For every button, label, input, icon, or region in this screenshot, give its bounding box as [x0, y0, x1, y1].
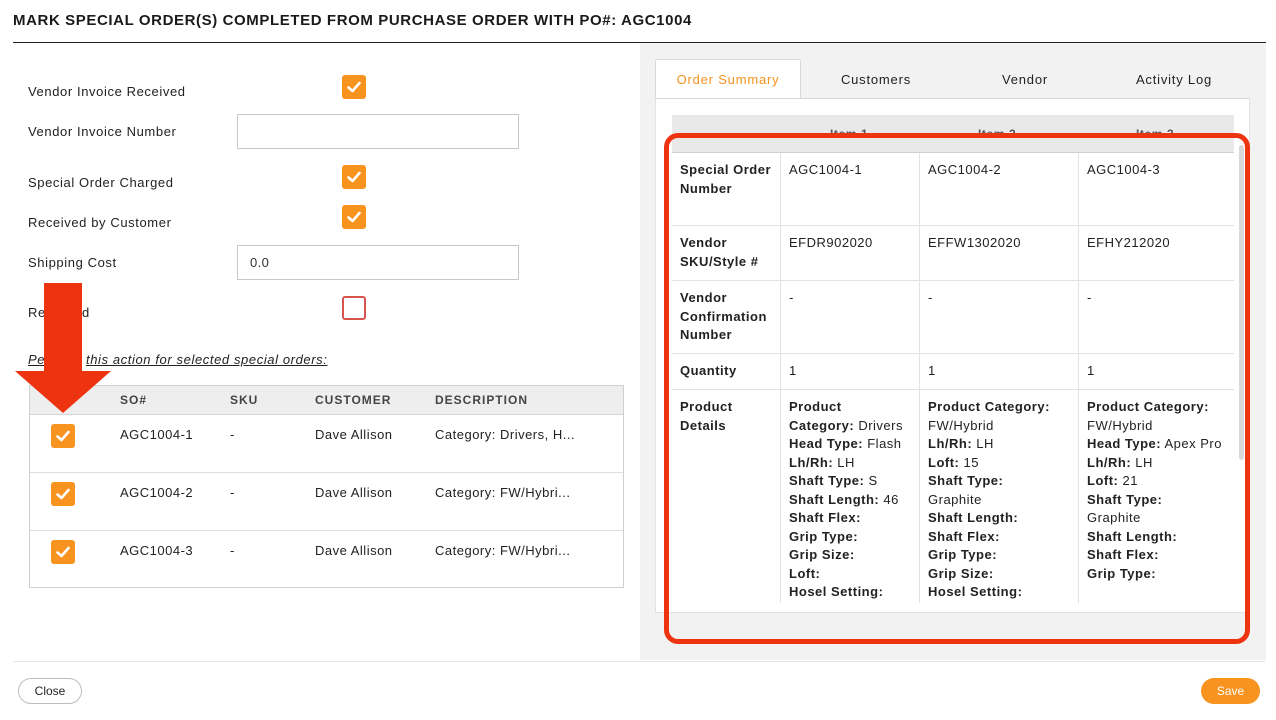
checkmark-icon — [347, 81, 361, 93]
column-header-so[interactable]: SO# — [120, 393, 147, 407]
description: Category: FW/Hybri... — [435, 543, 571, 558]
vendor-invoice-received-label: Vendor Invoice Received — [28, 84, 186, 99]
row-select-checkbox[interactable] — [51, 540, 75, 564]
vendor-invoice-received-checkbox[interactable] — [342, 75, 366, 99]
sku: - — [230, 543, 235, 558]
tab-order-summary[interactable]: Order Summary — [655, 59, 801, 99]
special-order-charged-checkbox[interactable] — [342, 165, 366, 189]
checkmark-icon — [56, 430, 70, 442]
table-header: SO# SKU CUSTOMER DESCRIPTION — [30, 386, 623, 415]
perform-action-label-end: this action for selected special orders: — [86, 352, 328, 367]
returned-checkbox[interactable] — [342, 296, 366, 320]
special-orders-table: SO# SKU CUSTOMER DESCRIPTION AGC1004-1 -… — [29, 385, 624, 588]
special-order-charged-label: Special Order Charged — [28, 175, 174, 190]
table-row[interactable]: AGC1004-3 - Dave Allison Category: FW/Hy… — [30, 531, 623, 589]
table-row[interactable]: AGC1004-2 - Dave Allison Category: FW/Hy… — [30, 473, 623, 531]
footer-divider — [13, 661, 1266, 662]
dialog-title: MARK SPECIAL ORDER(S) COMPLETED FROM PUR… — [13, 12, 692, 29]
row-select-checkbox[interactable] — [51, 424, 75, 448]
column-header-sku[interactable]: SKU — [230, 393, 258, 407]
row-select-checkbox[interactable] — [51, 482, 75, 506]
checkmark-icon — [56, 488, 70, 500]
column-header-customer[interactable]: CUSTOMER — [315, 393, 391, 407]
shipping-cost-input[interactable] — [237, 245, 519, 280]
tab-customers[interactable]: Customers — [801, 59, 951, 99]
tab-vendor[interactable]: Vendor — [951, 59, 1099, 99]
so-number: AGC1004-2 — [120, 485, 194, 500]
checkmark-icon — [347, 211, 361, 223]
arrow-down-icon — [15, 283, 111, 413]
details-tabs: Order Summary Customers Vendor Activity … — [655, 59, 1266, 99]
close-button[interactable]: Close — [18, 678, 82, 704]
customer-name: Dave Allison — [315, 485, 393, 500]
so-number: AGC1004-1 — [120, 427, 194, 442]
sku: - — [230, 427, 235, 442]
checkmark-icon — [347, 171, 361, 183]
sku: - — [230, 485, 235, 500]
received-by-customer-label: Received by Customer — [28, 215, 172, 230]
received-by-customer-checkbox[interactable] — [342, 205, 366, 229]
vendor-invoice-number-label: Vendor Invoice Number — [28, 124, 177, 139]
customer-name: Dave Allison — [315, 427, 393, 442]
column-header-description[interactable]: DESCRIPTION — [435, 393, 528, 407]
so-number: AGC1004-3 — [120, 543, 194, 558]
highlight-annotation-box — [664, 133, 1250, 644]
checkmark-icon — [56, 546, 70, 558]
customer-name: Dave Allison — [315, 543, 393, 558]
shipping-cost-label: Shipping Cost — [28, 255, 117, 270]
vendor-invoice-number-input[interactable] — [237, 114, 519, 149]
save-button[interactable]: Save — [1201, 678, 1260, 704]
tab-activity-log[interactable]: Activity Log — [1099, 59, 1249, 99]
description: Category: Drivers, H... — [435, 427, 576, 442]
table-row[interactable]: AGC1004-1 - Dave Allison Category: Drive… — [30, 415, 623, 473]
description: Category: FW/Hybri... — [435, 485, 571, 500]
